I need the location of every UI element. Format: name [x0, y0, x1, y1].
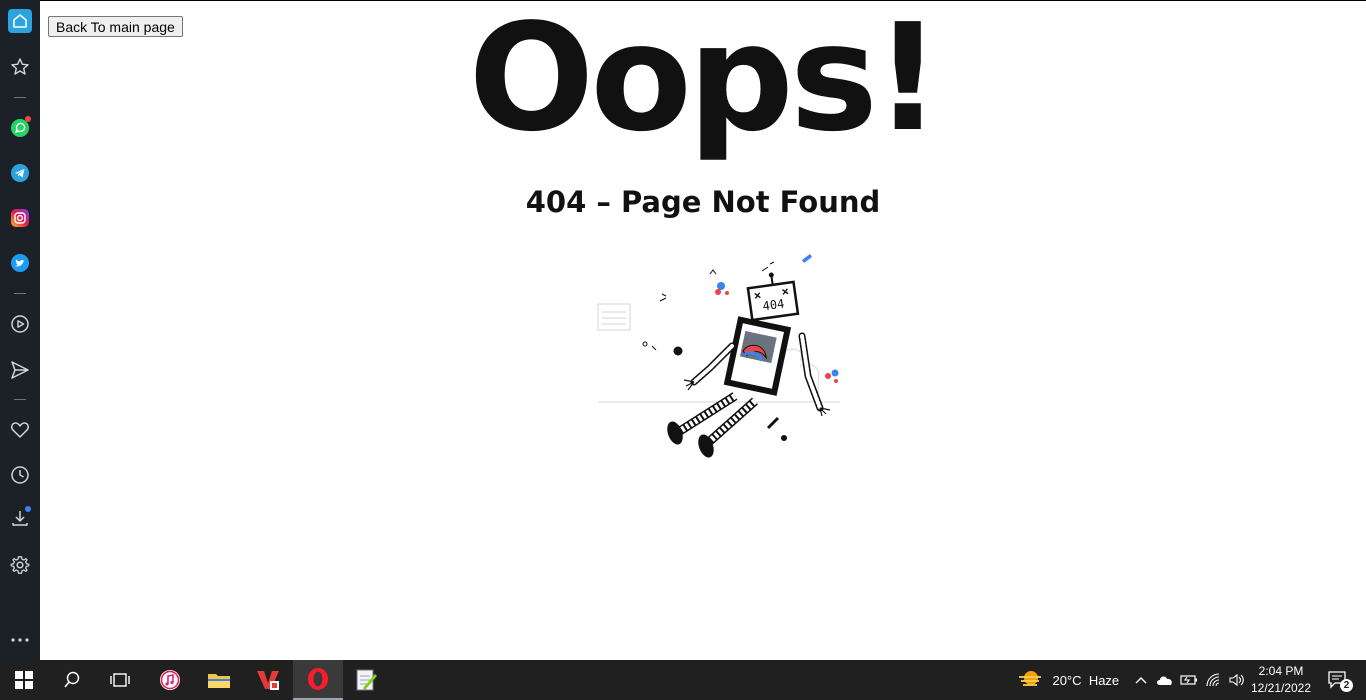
home-icon[interactable]: [8, 9, 32, 33]
clock-time: 2:04 PM: [1258, 664, 1304, 678]
settings-icon[interactable]: [8, 553, 32, 577]
weather-temperature[interactable]: 20°C: [1048, 660, 1086, 700]
sidebar-separator: [14, 293, 26, 294]
heart-icon[interactable]: [8, 418, 32, 442]
browser-sidebar: [0, 0, 40, 660]
task-view-icon[interactable]: [96, 660, 144, 700]
robot-face-text: 404: [762, 297, 785, 314]
windows-taskbar: 20°C Haze 2:04 PM 12/21/2022 2: [0, 660, 1366, 700]
volume-icon[interactable]: [1226, 660, 1248, 700]
more-icon[interactable]: [8, 628, 32, 652]
onedrive-icon[interactable]: [1154, 660, 1176, 700]
instagram-icon[interactable]: [8, 206, 32, 230]
notification-center-icon[interactable]: 2: [1318, 660, 1358, 700]
battery-icon[interactable]: [1178, 660, 1200, 700]
history-icon[interactable]: [8, 463, 32, 487]
file-explorer-icon[interactable]: [195, 660, 243, 700]
notepad-plus-icon[interactable]: [343, 660, 389, 700]
opera-icon[interactable]: [293, 660, 343, 700]
weather-condition[interactable]: Haze: [1087, 660, 1121, 700]
error-subtitle: 404 – Page Not Found: [525, 185, 881, 219]
star-icon[interactable]: [8, 55, 32, 79]
broken-robot-illustration: 404: [597, 254, 840, 458]
chevron-up-icon[interactable]: [1131, 660, 1151, 700]
notification-dot: [25, 116, 31, 122]
sidebar-separator: [14, 399, 26, 400]
search-icon[interactable]: [48, 660, 96, 700]
twitter-icon[interactable]: [8, 251, 32, 275]
page-heading: Oops!: [468, 0, 941, 164]
clock[interactable]: 2:04 PM 12/21/2022: [1250, 663, 1312, 697]
telegram-icon[interactable]: [8, 161, 32, 185]
whatsapp-icon[interactable]: [8, 116, 32, 140]
sidebar-separator: [14, 97, 26, 98]
wifi-icon[interactable]: [1202, 660, 1226, 700]
error-page: Back To main page Oops! 404 – Page Not F…: [40, 0, 1366, 660]
player-icon[interactable]: [8, 312, 32, 336]
itunes-icon[interactable]: [146, 660, 194, 700]
clock-date: 12/21/2022: [1250, 681, 1312, 695]
send-icon[interactable]: [8, 358, 32, 382]
download-icon[interactable]: [8, 506, 32, 530]
notification-dot: [25, 506, 31, 512]
start-icon[interactable]: [0, 660, 48, 700]
notification-count-badge: 2: [1340, 679, 1353, 692]
weather-icon[interactable]: [1015, 660, 1045, 700]
wps-office-icon[interactable]: [244, 660, 292, 700]
